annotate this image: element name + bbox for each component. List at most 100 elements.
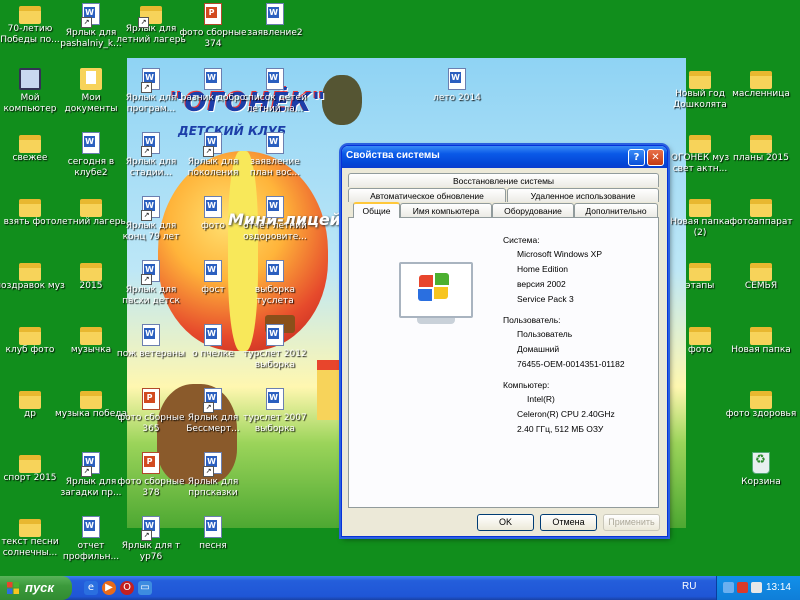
dialog-titlebar[interactable]: Свойства системы ? ✕ [342, 146, 667, 168]
desktop-icon-label: Ярлык для прпсказки [187, 477, 239, 498]
clock: 13:14 [765, 582, 791, 593]
folder-icon [689, 263, 711, 281]
word-doc-icon [204, 260, 222, 282]
desktop-icon-label: заявление план вос... [249, 157, 301, 178]
desktop-icon[interactable]: заявление план вос... [238, 132, 312, 179]
help-icon: ? [633, 152, 640, 163]
system-line: Home Edition [517, 264, 569, 274]
my-documents-icon [80, 68, 102, 90]
word-doc-icon [141, 516, 160, 541]
word-doc-icon [204, 516, 222, 538]
desktop-icon-label: планы 2015 [733, 153, 789, 163]
desktop-icon[interactable]: планы 2015 [724, 132, 798, 164]
desktop-icon[interactable]: СЕМЬЯ [724, 260, 798, 292]
desktop-icon[interactable]: лето 2014 [420, 68, 494, 104]
ok-button[interactable]: OK [477, 514, 534, 531]
folder-icon [80, 327, 102, 345]
desktop-icon[interactable]: масленница [724, 68, 798, 100]
recycle-bin-icon [752, 452, 770, 474]
folder-icon [19, 327, 41, 345]
desktop-icon[interactable]: фото здоровья [724, 388, 798, 420]
network-icon[interactable] [723, 582, 734, 593]
desktop-icon[interactable]: фотоаппарат [724, 196, 798, 228]
folder-icon [689, 71, 711, 89]
tab-system-restore[interactable]: Восстановление системы [348, 173, 659, 187]
tab-general[interactable]: Общие [353, 202, 400, 218]
start-button[interactable]: пуск [0, 576, 72, 600]
system-heading: Система: [503, 235, 540, 245]
folder-icon [80, 391, 102, 409]
language-indicator[interactable]: RU [682, 581, 696, 592]
word-doc-icon [204, 324, 222, 346]
media-player-icon[interactable]: ▶ [102, 581, 116, 595]
apply-button[interactable]: Применить [603, 514, 660, 531]
desktop-icon-label: фото здоровья [725, 409, 797, 419]
desktop-icon[interactable]: список детей летний ла... [238, 68, 312, 115]
folder-icon [750, 327, 772, 345]
word-doc-icon [203, 452, 222, 477]
desktop-icon[interactable]: песня [176, 516, 250, 552]
dialog-title: Свойства системы [346, 150, 440, 161]
computer-line: 2.40 ГГц, 512 МБ ОЗУ [517, 424, 604, 434]
folder-icon [750, 263, 772, 281]
desktop-icon[interactable]: турслет 2007 выборка [238, 388, 312, 435]
desktop-icon-label: список детей летний ла... [243, 93, 307, 114]
folder-icon [80, 263, 102, 281]
folder-icon [750, 135, 772, 153]
desktop-icon[interactable]: Корзина [724, 452, 798, 488]
user-heading: Пользователь: [503, 315, 561, 325]
word-doc-icon [141, 196, 160, 221]
show-desktop-icon[interactable]: ▭ [138, 581, 152, 595]
word-doc-icon [141, 132, 160, 157]
security-alert-icon[interactable] [737, 582, 748, 593]
desktop-icon-label: СЕМЬЯ [744, 281, 778, 291]
tab-automatic-updates[interactable]: Автоматическое обновление [348, 188, 506, 202]
system-properties-dialog: Свойства системы ? ✕ Восстановление сист… [341, 145, 668, 537]
desktop-icon-label: заявление2 [247, 28, 303, 38]
close-button[interactable]: ✕ [647, 149, 664, 166]
word-doc-icon [204, 68, 222, 90]
opera-icon[interactable]: O [120, 581, 134, 595]
word-doc-icon [266, 196, 284, 218]
desktop-icon-label: Новая папка [731, 345, 791, 355]
user-line: Домашний [517, 344, 560, 354]
folder-icon [19, 391, 41, 409]
word-doc-icon [141, 68, 160, 93]
word-doc-icon [266, 324, 284, 346]
folder-icon [19, 135, 41, 153]
ppt-icon [142, 388, 160, 410]
computer-heading: Компьютер: [503, 380, 550, 390]
desktop-icon-label: отчет летний оздоровите... [243, 221, 307, 242]
windows-logo-icon [7, 582, 19, 594]
tab-computer-name[interactable]: Имя компьютера [400, 203, 492, 217]
desktop-icon[interactable]: заявление2 [238, 3, 312, 39]
desktop-icon[interactable]: выборка туслета [238, 260, 312, 307]
system-line: версия 2002 [517, 279, 566, 289]
word-doc-icon [266, 388, 284, 410]
folder-icon [689, 199, 711, 217]
internet-explorer-icon[interactable]: e [84, 581, 98, 595]
wallpaper-small-owl [322, 75, 362, 125]
desktop-icon-label: Корзина [741, 477, 781, 487]
tab-remote[interactable]: Удаленное использование [507, 188, 659, 202]
desktop-icon-label: масленница [732, 89, 790, 99]
desktop-icon[interactable]: турслет 2012 выборка [238, 324, 312, 371]
volume-icon[interactable] [751, 582, 762, 593]
tab-hardware[interactable]: Оборудование [492, 203, 574, 217]
product-id: 76455-OEM-0014351-01182 [517, 359, 625, 369]
word-doc-icon [203, 388, 222, 413]
desktop-icon-label: песня [199, 541, 227, 551]
help-button[interactable]: ? [628, 149, 645, 166]
desktop-icon[interactable]: отчет летний оздоровите... [238, 196, 312, 243]
folder-icon [19, 6, 41, 24]
system-line: Service Pack 3 [517, 294, 574, 304]
desktop-icon[interactable]: Ярлык для прпсказки [176, 452, 250, 499]
word-doc-icon [266, 68, 284, 90]
desktop-icon[interactable]: Новая папка [724, 324, 798, 356]
tab-advanced[interactable]: Дополнительно [574, 203, 658, 217]
taskbar: пуск e ▶ O ▭ RU 13:14 [0, 576, 800, 600]
word-doc-icon [81, 3, 100, 28]
word-doc-icon [448, 68, 466, 90]
desktop-icon-label: выборка туслета [254, 285, 296, 306]
cancel-button[interactable]: Отмена [540, 514, 597, 531]
